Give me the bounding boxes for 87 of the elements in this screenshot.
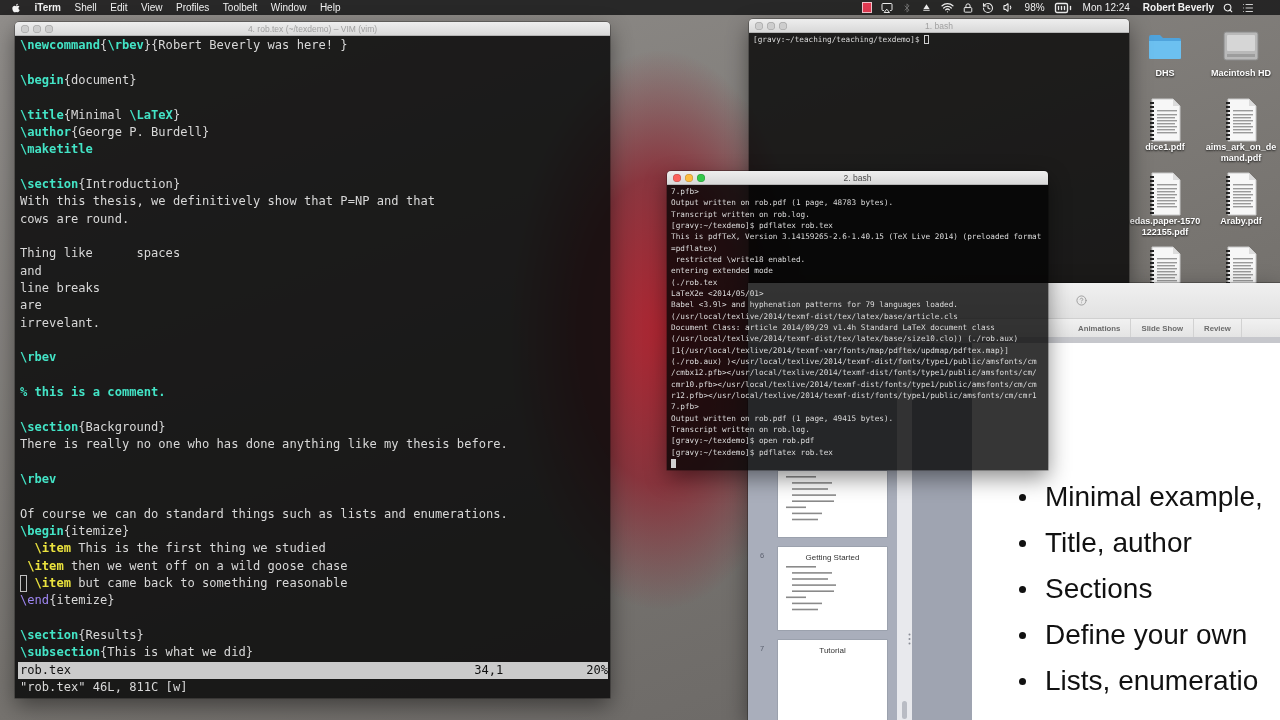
- menu-item[interactable]: Toolbelt: [222, 2, 258, 13]
- hard-drive-icon[interactable]: [1223, 31, 1259, 61]
- thumbnail-title: Getting Started: [805, 553, 860, 562]
- code-line: \section{Introduction}: [20, 177, 181, 192]
- eject-icon[interactable]: [920, 2, 932, 13]
- pdf-document-icon[interactable]: [1149, 172, 1181, 216]
- scroll-percentage: 20%: [586, 661, 608, 679]
- menu-item[interactable]: Window: [270, 2, 307, 13]
- bullet-icon: [1019, 677, 1026, 685]
- bullet-icon: [1019, 631, 1026, 639]
- menu-item[interactable]: View: [141, 2, 163, 13]
- lock-icon[interactable]: [962, 2, 973, 13]
- code-line: line breaks: [20, 281, 101, 296]
- code-line: With this thesis, we definitively show that P=NP and that: [20, 194, 436, 209]
- code-line: \newcommand{\rbev}{Robert Beverly was here! }: [20, 38, 348, 53]
- file-label[interactable]: dice1.pdf: [1145, 142, 1185, 153]
- cursor-position: 34,1: [474, 661, 505, 679]
- apple-icon[interactable]: [11, 2, 21, 13]
- bullet-text: Sections: [1045, 573, 1153, 605]
- menu-item[interactable]: Help: [319, 2, 341, 13]
- status-message: "rob.tex" 46L, 811C [w]: [20, 680, 188, 694]
- code-line: \maketitle: [20, 142, 93, 157]
- bullet-icon: [1019, 539, 1026, 547]
- file-label[interactable]: Araby.pdf: [1220, 216, 1262, 227]
- code-line: \begin{itemize}: [20, 523, 130, 538]
- user-menu[interactable]: Robert Beverly: [1142, 2, 1214, 13]
- battery-percentage[interactable]: 98%: [1024, 2, 1045, 13]
- code-line: Thing like spaces: [20, 246, 181, 261]
- pdf-document-icon[interactable]: [1225, 98, 1257, 142]
- code-line: \item then we went off on a wild goose chase: [26, 558, 348, 573]
- pdf-document-icon[interactable]: [1225, 172, 1257, 216]
- slide-thumbnail[interactable]: Getting Started: [778, 547, 887, 630]
- file-label[interactable]: edas.paper-1570122155.pdf: [1127, 216, 1203, 238]
- code-line: \rbev: [20, 471, 57, 486]
- code-line: \item This is the first thing we studied: [33, 541, 326, 556]
- search-icon[interactable]: [1223, 2, 1233, 13]
- bluetooth-icon[interactable]: [901, 2, 912, 13]
- airplay-icon[interactable]: [880, 1, 893, 14]
- bullet-text: Minimal example,: [1045, 481, 1263, 513]
- clock[interactable]: Mon 12:24: [1082, 2, 1130, 13]
- code-line: \section{Background}: [20, 419, 166, 434]
- code-line: \section{Results}: [20, 628, 144, 642]
- bullet-icon: [1019, 493, 1026, 501]
- code-line: Of course we can do standard things such as lists and enumerations.: [20, 506, 508, 521]
- pdf-document-icon[interactable]: [1225, 246, 1257, 283]
- code-line: \end{itemize}: [20, 593, 115, 608]
- code-line: % this is a comment.: [20, 385, 166, 400]
- code-line: \subsection{This is what we did}: [20, 645, 253, 660]
- window-title: 2. bash: [843, 172, 872, 183]
- code-line: \title{Minimal \LaTeX}: [20, 107, 181, 122]
- bullet-text: Lists, enumeratio: [1045, 665, 1259, 697]
- thumbnail-title: Tutorial: [819, 646, 846, 655]
- bullet-text: Define your own: [1045, 619, 1248, 651]
- volume-icon[interactable]: [1002, 2, 1014, 13]
- scroll-thumb[interactable]: [902, 701, 907, 719]
- thumbnail-text-drawing: [786, 566, 836, 611]
- code-line: \author{George P. Burdell}: [20, 125, 210, 139]
- code-line: \item but came back to something reasonable: [33, 575, 348, 590]
- slide-thumbnail[interactable]: [778, 471, 887, 537]
- app-menu[interactable]: iTerm: [34, 2, 61, 13]
- menu-item[interactable]: Edit: [110, 2, 128, 13]
- file-name: rob.tex: [20, 661, 72, 679]
- bullet-icon: [1019, 585, 1026, 593]
- time-machine-icon[interactable]: [981, 1, 994, 14]
- menu-item[interactable]: Profiles: [176, 2, 210, 13]
- bullet-text: Title, author: [1045, 527, 1192, 559]
- notification-list-icon[interactable]: [1242, 1, 1254, 14]
- code-line: There is really no one who has done anything like my thesis before.: [20, 437, 508, 452]
- window-title: 1. bash: [925, 20, 953, 31]
- file-label[interactable]: Macintosh HD: [1211, 68, 1271, 79]
- code-line: and: [20, 263, 42, 278]
- wifi-icon[interactable]: [940, 1, 954, 14]
- code-line: \rbev: [20, 350, 57, 365]
- thumbnail-text-drawing: [786, 476, 836, 521]
- code-line: \begin{document}: [20, 73, 137, 87]
- grip-icon[interactable]: [908, 633, 911, 645]
- menu-item[interactable]: Shell: [74, 2, 97, 13]
- app-status-icon[interactable]: [861, 2, 872, 13]
- code-line: cows are round.: [20, 211, 130, 226]
- code-line: irrevelant.: [20, 315, 101, 330]
- code-line: are: [20, 298, 42, 313]
- file-label[interactable]: DHS: [1155, 68, 1175, 79]
- close-button[interactable]: [673, 173, 681, 182]
- pdf-document-icon[interactable]: [1149, 98, 1181, 142]
- pdf-document-icon[interactable]: [1149, 246, 1181, 283]
- file-label[interactable]: aims_ark_on_demand.pdf: [1203, 142, 1279, 164]
- slide-thumbnail[interactable]: Tutorial: [778, 640, 887, 720]
